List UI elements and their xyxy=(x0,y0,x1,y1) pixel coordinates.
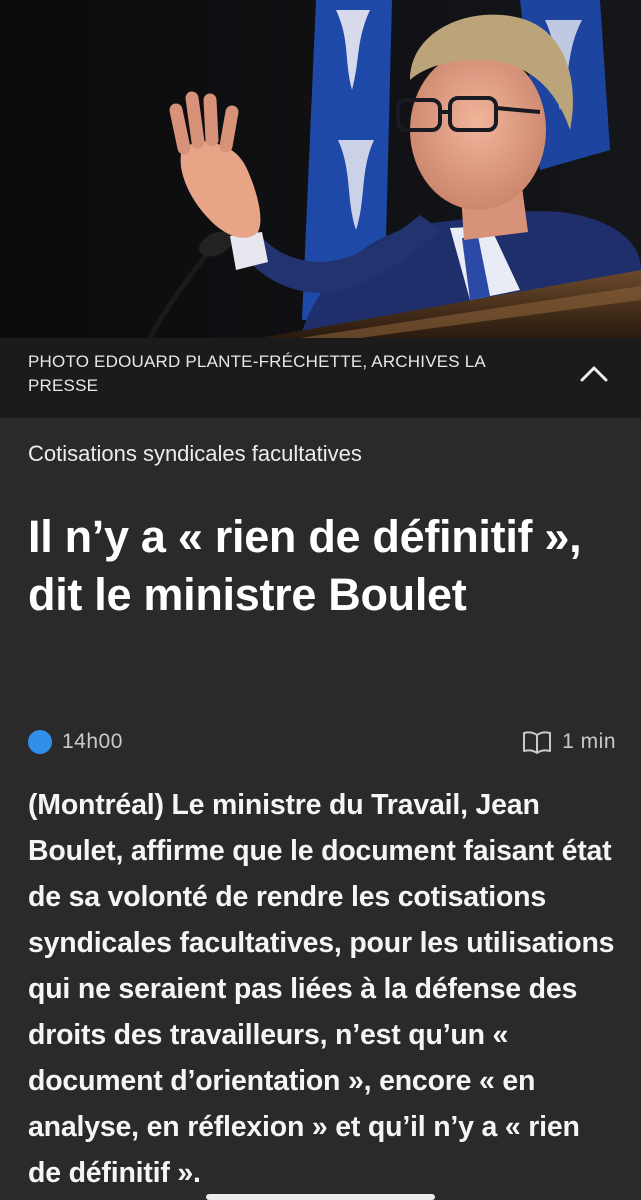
chevron-up-icon xyxy=(580,366,608,382)
book-icon xyxy=(523,731,552,754)
article-meta: 14h00 1 min xyxy=(28,727,616,757)
section-label[interactable]: Cotisations syndicales facultatives xyxy=(28,439,362,469)
read-time: 1 min xyxy=(522,727,616,757)
live-dot-icon xyxy=(28,730,52,754)
photo-credit: PHOTO EDOUARD PLANTE-FRÉCHETTE, ARCHIVES… xyxy=(28,352,485,395)
article-photo[interactable] xyxy=(0,0,641,338)
publish-time: 14h00 xyxy=(62,730,123,753)
read-time-label: 1 min xyxy=(562,730,616,753)
photo-caption-bar: PHOTO EDOUARD PLANTE-FRÉCHETTE, ARCHIVES… xyxy=(0,338,641,418)
home-indicator[interactable] xyxy=(206,1194,435,1200)
article-lead: (Montréal) Le ministre du Travail, Jean … xyxy=(28,789,615,1189)
article-title: Il n’y a « rien de définitif », dit le m… xyxy=(28,511,582,620)
collapse-caption-button[interactable] xyxy=(574,356,614,392)
